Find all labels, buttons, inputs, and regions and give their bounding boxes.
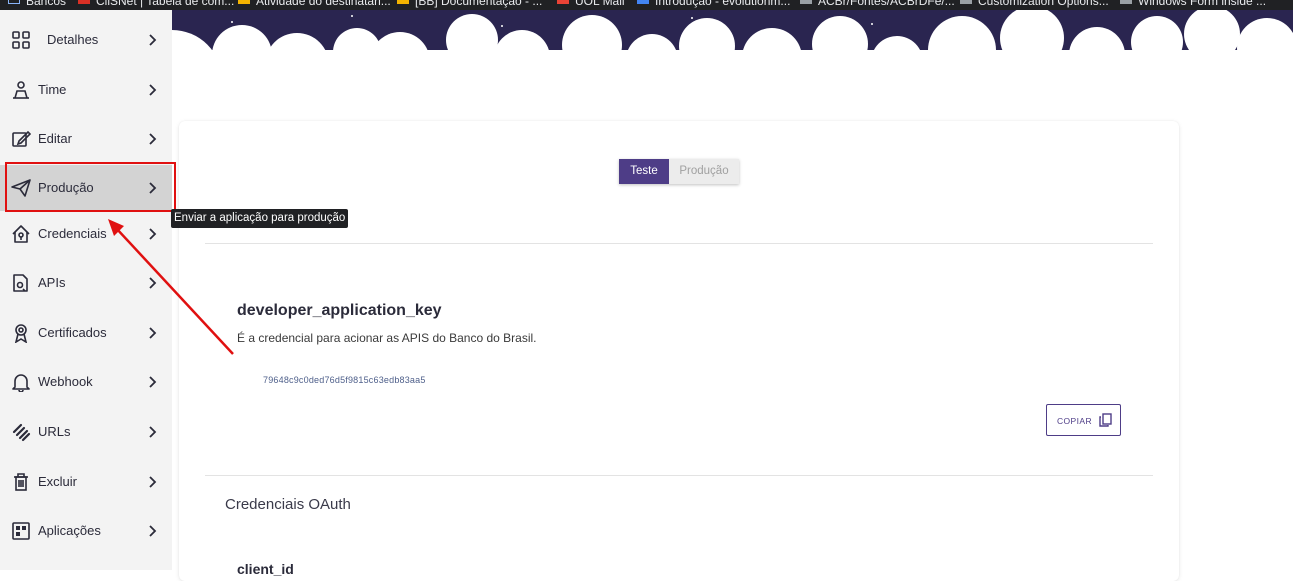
bookmark-item[interactable]: UOL Mail (557, 0, 625, 8)
favicon-icon (1120, 0, 1132, 4)
bell-icon (12, 374, 30, 392)
chevron-right-icon (149, 84, 157, 96)
sidebar-item-credenciais[interactable]: Credenciais (0, 211, 172, 257)
sidebar-item-label: URLs (38, 424, 71, 439)
edit-icon (12, 130, 31, 147)
chevron-right-icon (149, 133, 157, 145)
bookmark-item[interactable]: Windows Form inside ... (1120, 0, 1266, 8)
copy-icon (1099, 413, 1112, 427)
credential-name: developer_application_key (237, 302, 442, 319)
chevron-right-icon (149, 525, 157, 537)
favicon-icon (960, 0, 972, 4)
favicon-icon (78, 0, 90, 4)
folder-icon (8, 0, 20, 4)
ribbon-icon (14, 324, 28, 343)
toggle-option-producao[interactable]: Produção (669, 159, 739, 184)
sidebar-item-detalhes[interactable]: Detalhes (0, 17, 172, 63)
sidebar-item-label: Time (38, 82, 67, 97)
divider (205, 475, 1153, 476)
chevron-right-icon (149, 228, 157, 240)
sidebar-item-label: Produção (38, 180, 94, 195)
apps-icon (12, 522, 30, 540)
divider (205, 243, 1153, 244)
chevron-right-icon (149, 182, 157, 194)
sidebar-item-editar[interactable]: Editar (0, 116, 172, 162)
credential-description: É a credencial para acionar as APIS do B… (237, 331, 537, 345)
sidebar-item-time[interactable]: Time (0, 67, 172, 113)
favicon-icon (397, 0, 409, 4)
favicon-icon (637, 0, 649, 4)
sidebar-item-label: Webhook (38, 374, 93, 389)
chevron-right-icon (149, 476, 157, 488)
environment-toggle: Teste Produção (619, 159, 739, 184)
chevron-right-icon (149, 426, 157, 438)
bookmarks-bar: Bancos CliSNet | Tabela de com... Ativid… (0, 0, 1293, 10)
bookmark-item[interactable]: Customization Options... (960, 0, 1109, 8)
credential-value[interactable]: 79648c9c0ded76d5f9815c63edb83aa5 (263, 375, 426, 385)
sidebar-item-aplicacoes[interactable]: Aplicações (0, 508, 172, 554)
header-banner (172, 10, 1293, 120)
sidebar-item-excluir[interactable]: Excluir (0, 459, 172, 505)
bookmark-item[interactable]: [BB] Documentação - ... (397, 0, 542, 8)
bookmark-item[interactable]: Bancos (8, 0, 66, 8)
bookmark-item[interactable]: CliSNet | Tabela de com... (78, 0, 234, 8)
sidebar-item-label: Editar (38, 131, 72, 146)
copy-button[interactable]: COPIAR (1046, 404, 1121, 436)
favicon-icon (800, 0, 812, 4)
sidebar-item-label: APIs (38, 275, 66, 290)
bookmark-item[interactable]: Atividade do destinatári... (238, 0, 391, 8)
chevron-right-icon (149, 34, 157, 46)
grid-icon (12, 31, 30, 49)
team-icon (13, 81, 29, 99)
sidebar-item-label: Detalhes (47, 32, 99, 47)
sidebar-item-label: Excluir (38, 474, 78, 489)
sidebar-item-webhook[interactable]: Webhook (0, 359, 172, 405)
tooltip: Enviar a aplicação para produção (171, 209, 349, 228)
bookmark-item[interactable]: ACBr/Fontes/ACBrDFe/... (800, 0, 955, 8)
api-file-icon (13, 274, 28, 292)
oauth-field-name: client_id (237, 561, 294, 577)
chevron-right-icon (149, 327, 157, 339)
bookmark-item[interactable]: Introdução - evolutionm... (637, 0, 790, 8)
sidebar-item-certificados[interactable]: Certificados (0, 310, 172, 356)
toggle-option-teste[interactable]: Teste (619, 159, 669, 184)
link-icon (12, 423, 31, 442)
chevron-right-icon (149, 376, 157, 388)
trash-icon (14, 473, 28, 491)
send-icon (11, 179, 31, 197)
home-key-icon (12, 225, 30, 243)
sidebar-item-apis[interactable]: APIs (0, 260, 172, 306)
sidebar-item-label: Credenciais (38, 226, 107, 241)
section-title-oauth: Credenciais OAuth (225, 496, 351, 513)
sidebar-item-label: Certificados (38, 325, 107, 340)
sidebar-item-producao[interactable]: Produção (0, 165, 172, 211)
chevron-right-icon (149, 277, 157, 289)
favicon-icon (557, 0, 569, 4)
copy-button-label: COPIAR (1057, 416, 1092, 426)
favicon-icon (238, 0, 250, 4)
sidebar-item-urls[interactable]: URLs (0, 409, 172, 455)
sidebar: Detalhes Time Editar Produção Credenciai… (0, 10, 172, 570)
sidebar-item-label: Aplicações (38, 523, 101, 538)
